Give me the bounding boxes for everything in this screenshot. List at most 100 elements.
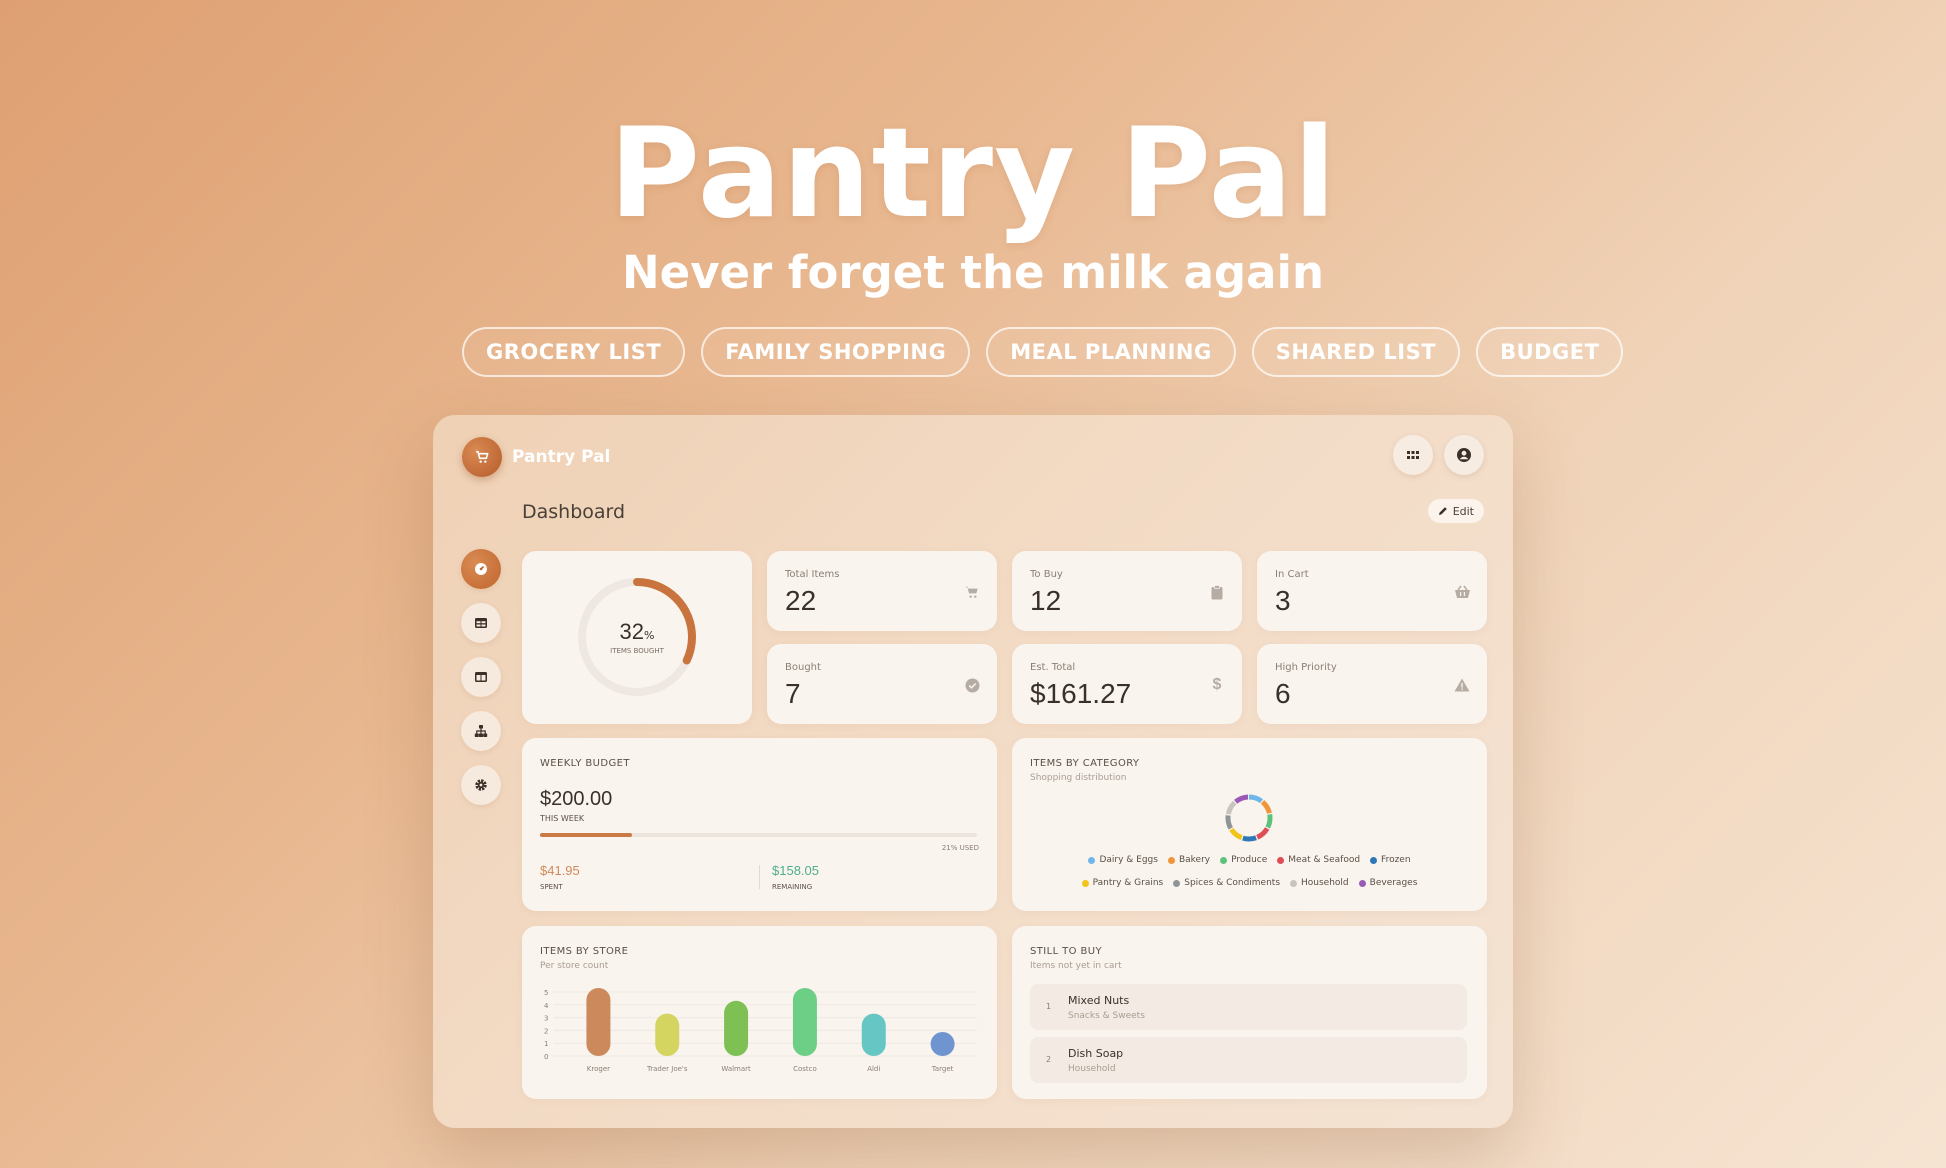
y-tick-label: 5 <box>544 989 548 997</box>
legend-label: Spices & Condiments <box>1184 878 1281 888</box>
y-tick-label: 1 <box>544 1040 548 1048</box>
legend-item: Spices & Condiments <box>1173 878 1280 888</box>
sidebar-dashboard[interactable] <box>461 549 501 589</box>
legend-dot <box>1370 856 1378 864</box>
list-item-name: Dish Soap <box>1068 1047 1124 1060</box>
legend-label: Meat & Seafood <box>1288 855 1361 865</box>
x-tick-label: Kroger <box>587 1065 610 1073</box>
x-tick-label: Walmart <box>721 1065 751 1073</box>
stat-label: Bought <box>785 662 821 673</box>
progress-percent: 32 <box>619 619 645 644</box>
clipboard-icon <box>1208 583 1226 601</box>
app-logo[interactable] <box>462 437 502 477</box>
legend-item: Dairy & Eggs <box>1088 855 1158 865</box>
sidebar-settings[interactable] <box>461 765 501 805</box>
stat-label: Est. Total <box>1030 662 1076 673</box>
legend-label: Household <box>1301 878 1349 888</box>
progress-percent-sign: % <box>644 629 655 642</box>
hero-subtitle: Never forget the milk again <box>622 246 1324 299</box>
edit-label: Edit <box>1452 504 1474 518</box>
stat-label: To Buy <box>1030 569 1063 580</box>
stat-in-cart[interactable]: In Cart 3 <box>1257 551 1487 631</box>
weekly-budget-card: WEEKLY BUDGET $200.00 THIS WEEK 21% USED… <box>522 738 997 911</box>
apps-grid-button[interactable] <box>1393 435 1433 475</box>
stat-label: High Priority <box>1275 662 1337 673</box>
still-to-buy-subtitle: Items not yet in cart <box>1030 961 1122 971</box>
stat-to-buy[interactable]: To Buy 12 <box>1012 551 1242 631</box>
still-to-buy-title: STILL TO BUY <box>1030 946 1102 957</box>
still-to-buy-card: STILL TO BUY Items not yet in cart 1 Mix… <box>1012 926 1487 1099</box>
tag-meal-planning: MEAL PLANNING <box>986 327 1236 377</box>
y-tick-label: 3 <box>544 1015 548 1023</box>
bar <box>930 1032 955 1056</box>
budget-divider <box>759 865 760 889</box>
store-chart-card: ITEMS BY STORE Per store count 0 1 2 3 4 5 Kro… <box>522 926 997 1099</box>
legend-label: Frozen <box>1381 855 1411 865</box>
legend-item: Pantry & Grains <box>1081 878 1163 888</box>
edit-button[interactable]: Edit <box>1427 499 1484 523</box>
legend-item: Beverages <box>1358 878 1417 888</box>
legend-item: Frozen <box>1370 855 1411 865</box>
stat-label: In Cart <box>1275 569 1309 580</box>
bar <box>655 1013 680 1056</box>
user-circle-icon <box>1457 448 1471 462</box>
legend-dot <box>1220 856 1228 864</box>
legend-dot <box>1088 856 1096 864</box>
gear-icon <box>475 779 487 791</box>
sidebar-stores[interactable] <box>461 711 501 751</box>
budget-period: THIS WEEK <box>540 814 585 823</box>
y-tick-label: 4 <box>544 1002 549 1010</box>
legend-dot <box>1290 879 1298 887</box>
pencil-icon <box>1438 507 1447 515</box>
category-legend-row1: Dairy & Eggs Bakery Produce Meat & Seafood F… <box>1012 855 1487 865</box>
bar <box>861 1013 886 1056</box>
x-tick-label: Trader Joe's <box>646 1065 688 1073</box>
y-tick-label: 2 <box>544 1027 548 1035</box>
tag-budget: BUDGET <box>1476 327 1624 377</box>
progress-label: ITEMS BOUGHT <box>610 647 664 655</box>
list-item-number: 2 <box>1046 1055 1052 1064</box>
y-tick-label: 0 <box>544 1053 548 1061</box>
list-item[interactable]: 2 Dish Soap Household <box>1030 1037 1467 1083</box>
list-item[interactable]: 1 Mixed Nuts Snacks & Sweets <box>1030 984 1467 1030</box>
list-item-name: Mixed Nuts <box>1068 994 1130 1007</box>
sidebar-list[interactable] <box>461 603 501 643</box>
stat-value: 6 <box>1275 678 1291 709</box>
stat-value: 7 <box>785 678 801 709</box>
legend-dot <box>1173 879 1181 887</box>
list-item-number: 1 <box>1046 1002 1052 1011</box>
stat-est-total[interactable]: Est. Total $161.27 $ <box>1012 644 1242 724</box>
progress-center: 32% <box>522 619 752 645</box>
budget-title: WEEKLY BUDGET <box>540 758 630 769</box>
stat-bought[interactable]: Bought 7 <box>767 644 997 724</box>
bar <box>586 988 611 1056</box>
category-card: ITEMS BY CATEGORY Shopping distribution … <box>1012 738 1487 911</box>
category-title: ITEMS BY CATEGORY <box>1030 758 1140 769</box>
app-window: Pantry Pal Dashboard Edit 32% ITEMS BOUG… <box>433 415 1513 1128</box>
budget-amount: $200.00 <box>540 788 613 810</box>
tag-family-shopping: FAMILY SHOPPING <box>701 327 971 377</box>
basket-icon <box>1453 583 1471 601</box>
x-tick-label: Target <box>931 1065 954 1073</box>
sidebar-board[interactable] <box>461 657 501 697</box>
stat-value: 22 <box>785 585 817 616</box>
stat-value: $161.27 <box>1030 678 1132 709</box>
sitemap-icon <box>474 725 488 737</box>
legend-item: Household <box>1290 878 1349 888</box>
user-profile-button[interactable] <box>1444 435 1484 475</box>
x-tick-label: Aldi <box>867 1065 880 1073</box>
check-circle-icon <box>963 676 981 694</box>
columns-icon <box>475 672 487 682</box>
budget-remaining-label: REMAINING <box>772 883 813 891</box>
stat-value: 3 <box>1275 585 1291 616</box>
bar <box>724 1000 749 1056</box>
legend-label: Produce <box>1231 855 1268 865</box>
stat-total-items[interactable]: Total Items 22 <box>767 551 997 631</box>
gauge-icon <box>475 563 487 575</box>
legend-item: Bakery <box>1167 855 1210 865</box>
cart-icon <box>476 450 489 463</box>
category-donut <box>1225 794 1273 842</box>
list-item-category: Household <box>1068 1064 1116 1074</box>
x-tick-label: Costco <box>793 1065 817 1073</box>
stat-high-priority[interactable]: High Priority 6 <box>1257 644 1487 724</box>
